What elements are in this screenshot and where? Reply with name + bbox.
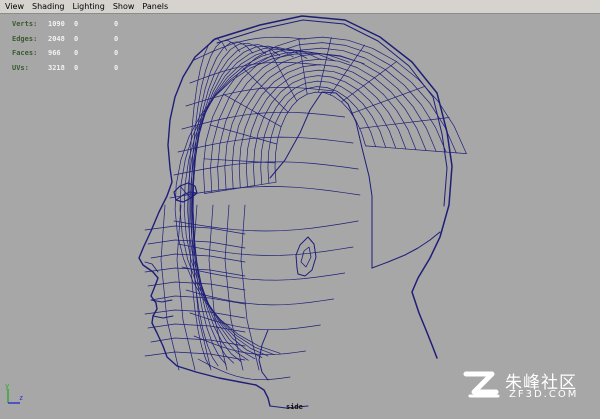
panel-menubar: View Shading Lighting Show Panels (0, 0, 600, 14)
mesh-meridian (192, 41, 254, 365)
face-detail-row (147, 281, 246, 291)
mesh-latitude (181, 111, 346, 130)
watermark-brand-en: ZF3D.COM (509, 389, 579, 400)
hair-spoke (365, 145, 467, 154)
hair-loop (238, 64, 417, 189)
z-axis-label: z (19, 394, 23, 402)
maya-app: View Shading Lighting Show Panels Verts:… (0, 0, 600, 419)
mesh-latitude (173, 220, 359, 232)
poly-count-hud: Verts: 1090 0 0 Edges: 2048 0 0 Faces: 9… (12, 17, 134, 75)
ear-outline (295, 236, 317, 277)
mesh-latitude (181, 266, 346, 281)
ear-inner (300, 246, 312, 268)
hud-row-faces: Faces: 966 0 0 (12, 49, 119, 58)
face-detail-col (240, 204, 260, 371)
zf3d-logo-icon (463, 371, 500, 398)
menu-shading[interactable]: Shading (28, 0, 69, 13)
neck-line (258, 329, 269, 381)
site-watermark: 朱峰社区 ZF3D.COM (462, 366, 598, 404)
face-detail-row (144, 351, 246, 361)
hair-spoke (329, 44, 365, 96)
hud-row-verts: Verts: 1090 0 0 (12, 20, 119, 29)
mesh-latitude (177, 243, 354, 256)
mesh-latitude (173, 161, 359, 176)
y-axis-label: y (5, 382, 9, 390)
hair-spoke (223, 93, 282, 128)
hair-inner-arch (269, 91, 373, 269)
lower-lip (152, 315, 174, 319)
face-detail-row (150, 253, 246, 263)
camera-label: side (286, 403, 303, 411)
side-viewport[interactable]: Verts: 1090 0 0 Edges: 2048 0 0 Faces: 9… (0, 14, 600, 419)
hair-spoke (359, 117, 450, 129)
hair-back-strip (371, 231, 441, 269)
menu-show[interactable]: Show (109, 0, 139, 13)
menu-lighting[interactable]: Lighting (68, 0, 108, 13)
mesh-latitude (177, 136, 354, 153)
axis-gizmo: y z (5, 382, 23, 404)
mouth-line (150, 299, 173, 303)
menu-view[interactable]: View (0, 0, 28, 13)
face-profile (138, 38, 271, 407)
mesh-latitude (169, 186, 361, 199)
face-detail-row (150, 337, 246, 347)
hud-row-edges: Edges: 2048 0 0 (12, 34, 119, 43)
hud-row-uvs: UVs: 3218 0 0 (12, 63, 119, 72)
face-detail-col (160, 204, 180, 371)
hair-spoke (351, 85, 426, 114)
menu-panels[interactable]: Panels (138, 0, 172, 13)
